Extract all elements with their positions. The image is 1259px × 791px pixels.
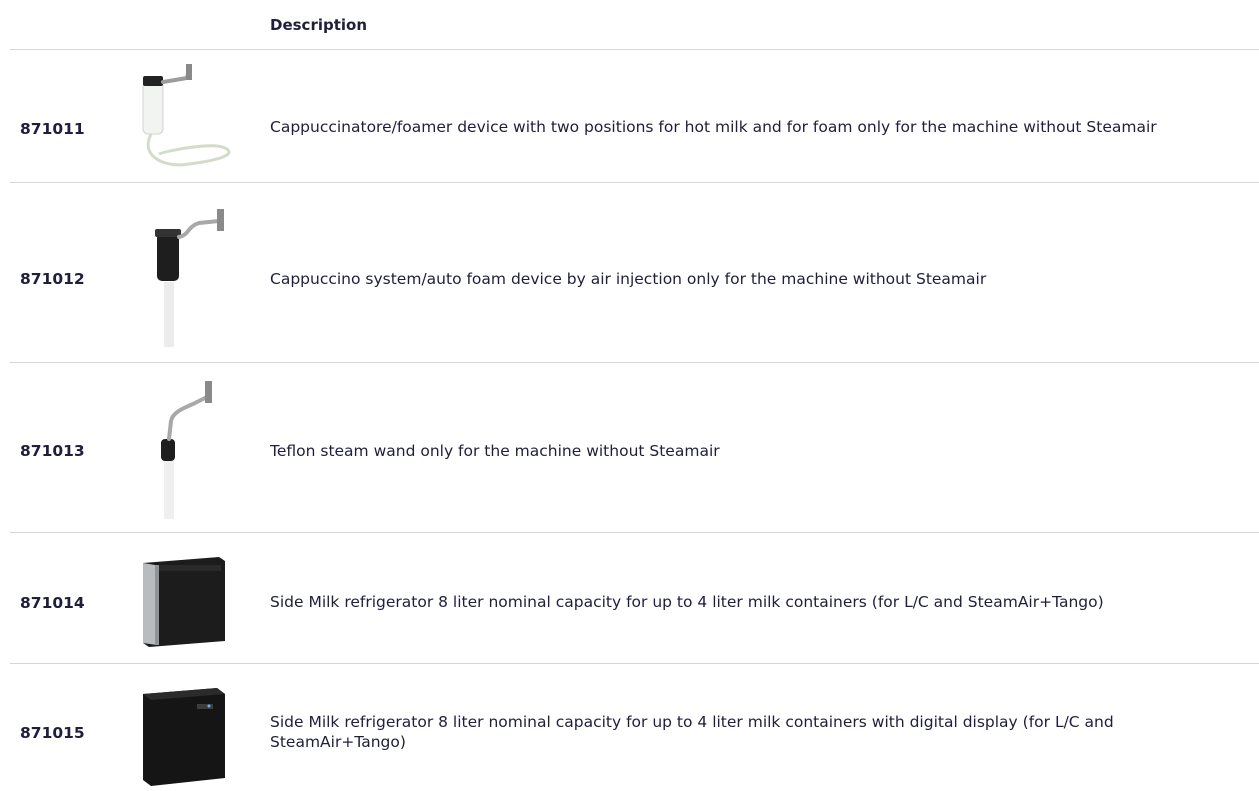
item-code: 871012 — [20, 270, 85, 288]
table-row: 871012 Cappuccino system/auto foam devic… — [10, 183, 1259, 363]
table-row: 871011 Cappuccinatore/foamer device with… — [10, 50, 1259, 183]
milk-refrigerator-display-icon — [126, 682, 242, 788]
auto-foam-device-icon — [126, 207, 242, 352]
item-description: Cappuccinatore/foamer device with two po… — [270, 118, 1157, 136]
table-header: Description — [10, 0, 1259, 50]
description-column-header: Description — [270, 16, 368, 34]
accessories-table: Description 871011 Cappuccinatore/foamer… — [10, 0, 1259, 791]
item-description: Teflon steam wand only for the machine w… — [270, 442, 720, 460]
table-row: 871015 Side Milk refrigerator 8 liter no… — [10, 664, 1259, 791]
item-code: 871015 — [20, 724, 85, 742]
item-description: Cappuccino system/auto foam device by ai… — [270, 270, 987, 288]
table-row: 871013 Teflon steam wand only for the ma… — [10, 363, 1259, 533]
steam-wand-icon — [126, 377, 242, 523]
item-description: Side Milk refrigerator 8 liter nominal c… — [270, 713, 1114, 751]
item-code: 871014 — [20, 594, 85, 612]
cappuccinatore-foamer-icon — [126, 64, 242, 174]
milk-refrigerator-icon — [126, 553, 242, 649]
table-row: 871014 Side Milk refrigerator 8 liter no… — [10, 533, 1259, 664]
item-description: Side Milk refrigerator 8 liter nominal c… — [270, 593, 1104, 611]
item-code: 871013 — [20, 442, 85, 460]
item-code: 871011 — [20, 120, 85, 138]
